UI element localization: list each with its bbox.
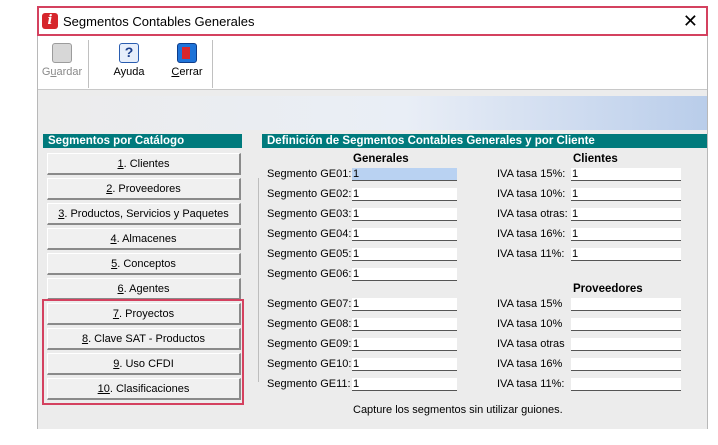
toolbar-separator	[88, 40, 89, 88]
cliente-iva-label: IVA tasa otras:	[497, 208, 568, 220]
toolbar: Guardar ? Ayuda Cerrar	[38, 37, 707, 90]
floppy-disk-icon	[52, 43, 72, 63]
segment-label: Segmento GE08:	[267, 318, 352, 330]
close-icon[interactable]: ✕	[683, 10, 698, 32]
proveedor-iva-input[interactable]	[571, 358, 681, 371]
window-title: Segmentos Contables Generales	[63, 14, 255, 29]
proveedor-iva-label: IVA tasa 15%	[497, 298, 563, 310]
cliente-iva-label: IVA tasa 15%:	[497, 168, 566, 180]
segment-label: Segmento GE01:	[267, 168, 352, 180]
cliente-iva-input[interactable]: 1	[571, 228, 681, 241]
cliente-iva-label: IVA tasa 10%:	[497, 188, 566, 200]
close-button[interactable]: Cerrar	[165, 41, 209, 78]
highlight-box	[42, 299, 244, 405]
segment-ge05-input[interactable]: 1	[352, 248, 457, 261]
catalog-button-4[interactable]: 4. Almacenes	[47, 228, 241, 250]
proveedor-iva-input[interactable]	[571, 338, 681, 351]
segment-ge07-input[interactable]: 1	[352, 298, 457, 311]
exit-door-icon	[177, 43, 197, 63]
segment-ge09-input[interactable]: 1	[352, 338, 457, 351]
segment-label: Segmento GE06:	[267, 268, 352, 280]
footer-note: Capture los segmentos sin utilizar guion…	[353, 404, 563, 416]
segment-ge06-input[interactable]: 1	[352, 268, 457, 281]
help-button[interactable]: ? Ayuda	[107, 41, 151, 78]
segment-label: Segmento GE05:	[267, 248, 352, 260]
segment-ge02-input[interactable]: 1	[352, 188, 457, 201]
catalog-button-2[interactable]: 2. Proveedores	[47, 178, 241, 200]
segment-ge03-input[interactable]: 1	[352, 208, 457, 221]
generales-header: Generales	[353, 153, 409, 165]
segment-label: Segmento GE02:	[267, 188, 352, 200]
toolbar-separator	[212, 40, 213, 88]
divider	[258, 178, 259, 382]
definition-heading: Definición de Segmentos Contables Genera…	[262, 134, 707, 148]
catalog-button-1[interactable]: 1. Clientes	[47, 153, 241, 175]
catalog-button-3[interactable]: 3. Productos, Servicios y Paquetes	[47, 203, 241, 225]
proveedor-iva-input[interactable]	[571, 298, 681, 311]
segment-label: Segmento GE10:	[267, 358, 352, 370]
segment-ge04-input[interactable]: 1	[352, 228, 457, 241]
segment-label: Segmento GE03:	[267, 208, 352, 220]
proveedor-iva-input[interactable]	[571, 318, 681, 331]
segment-ge11-input[interactable]: 1	[352, 378, 457, 391]
proveedores-header: Proveedores	[573, 283, 643, 295]
cliente-iva-input[interactable]: 1	[571, 248, 681, 261]
segment-label: Segmento GE07:	[267, 298, 352, 310]
question-mark-icon: ?	[119, 43, 139, 63]
proveedor-iva-label: IVA tasa 16%	[497, 358, 563, 370]
clientes-header: Clientes	[573, 153, 618, 165]
cliente-iva-label: IVA tasa 16%:	[497, 228, 566, 240]
proveedor-iva-label: IVA tasa 10%	[497, 318, 563, 330]
catalog-heading: Segmentos por Catálogo	[43, 134, 242, 148]
segment-label: Segmento GE09:	[267, 338, 352, 350]
segment-label: Segmento GE04:	[267, 228, 352, 240]
proveedor-iva-input[interactable]	[571, 378, 681, 391]
catalog-button-5[interactable]: 5. Conceptos	[47, 253, 241, 275]
cliente-iva-input[interactable]: 1	[571, 208, 681, 221]
segment-label: Segmento GE11:	[267, 378, 351, 390]
segment-ge10-input[interactable]: 1	[352, 358, 457, 371]
app-logo-icon: i	[42, 13, 58, 29]
segment-ge01-input[interactable]: 1	[352, 168, 457, 181]
segment-ge08-input[interactable]: 1	[352, 318, 457, 331]
cliente-iva-label: IVA tasa 11%:	[497, 248, 565, 260]
proveedor-iva-label: IVA tasa otras	[497, 338, 565, 350]
save-button[interactable]: Guardar	[40, 41, 84, 78]
header-gradient	[38, 96, 707, 130]
catalog-button-6[interactable]: 6. Agentes	[47, 278, 241, 300]
proveedor-iva-label: IVA tasa 11%:	[497, 378, 565, 390]
title-bar: i Segmentos Contables Generales ✕	[37, 6, 708, 36]
cliente-iva-input[interactable]: 1	[571, 168, 681, 181]
cliente-iva-input[interactable]: 1	[571, 188, 681, 201]
